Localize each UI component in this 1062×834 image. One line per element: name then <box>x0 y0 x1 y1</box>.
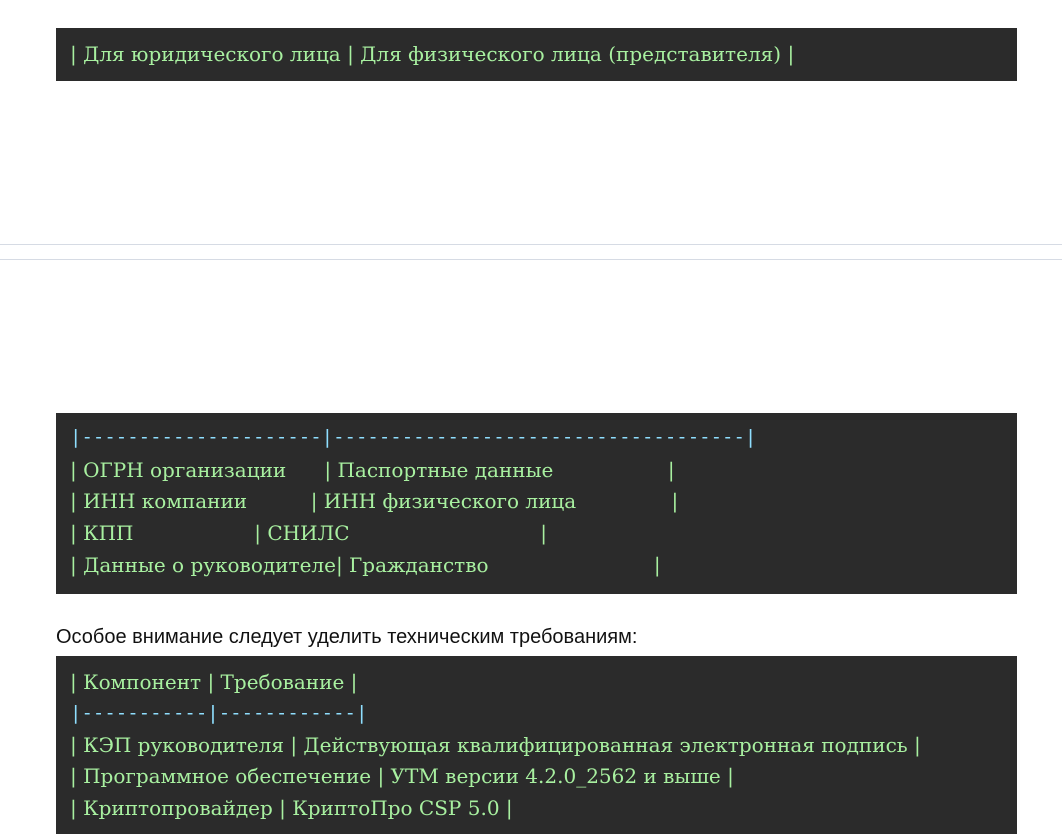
code-line: | Компонент | Требование | <box>70 670 358 694</box>
code-line: | ОГРН организации | Паспортные данные | <box>70 458 675 482</box>
code-line: | Криптопровайдер | КриптоПро CSP 5.0 | <box>70 796 513 820</box>
code-line-separator: |---------------------|-----------------… <box>70 426 757 448</box>
code-block-entity-types: | Для юридического лица | Для физическог… <box>56 28 1017 81</box>
code-block-tech-requirements: | Компонент | Требование | |-----------|… <box>56 656 1017 834</box>
code-line: | КПП | СНИЛС | <box>70 521 547 545</box>
divider <box>0 244 1062 245</box>
code-block-document-table: |---------------------|-----------------… <box>56 413 1017 594</box>
paragraph-text: Особое внимание следует уделить техничес… <box>56 626 638 648</box>
code-line: | ИНН компании | ИНН физического лица | <box>70 489 679 513</box>
code-line: | Программное обеспечение | УТМ версии 4… <box>70 764 734 788</box>
code-line: | Для юридического лица | Для физическог… <box>70 42 795 66</box>
divider <box>0 259 1062 260</box>
code-line-separator: |-----------|------------| <box>70 702 368 724</box>
code-line: | Данные о руководителе| Гражданство | <box>70 553 661 577</box>
code-line: | КЭП руководителя | Действующая квалифи… <box>70 733 921 757</box>
